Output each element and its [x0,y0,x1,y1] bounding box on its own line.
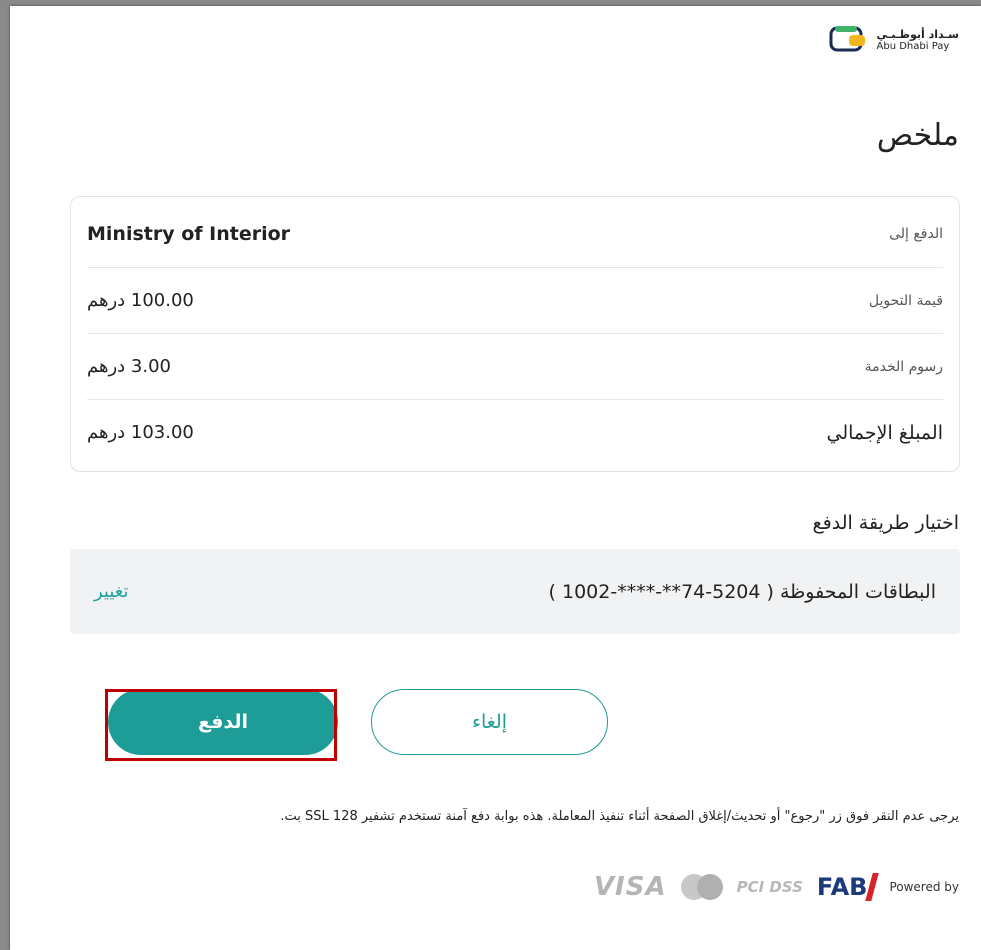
fab-logo: FAB [816,873,880,901]
visa-logo: VISA [593,872,667,902]
total-label: المبلغ الإجمالي [826,421,944,444]
summary-row-total: 103.00 درهم المبلغ الإجمالي [87,399,943,465]
powered-by-text: Powered by [889,880,959,894]
fab-logo-text: FAB [816,873,868,901]
payee-value: Ministry of Interior [87,223,291,245]
fee-value: 3.00 درهم [87,356,171,377]
footer-logos: VISA PCI DSS FAB Powered by [594,872,959,902]
summary-row-fee: 3.00 درهم رسوم الخدمة [87,333,943,399]
brand-name-ar: سـداد أبوظـبـي [876,27,959,41]
page-title: ملخص [876,118,959,153]
payment-window: سـداد أبوظـبـي Abu Dhabi Pay ملخص Minist… [10,6,981,950]
saved-card-label: البطاقات المحفوظة ( 5204-74**-****-1002 … [548,580,936,603]
total-value: 103.00 درهم [87,422,194,443]
brand-name-en: Abu Dhabi Pay [876,40,950,52]
saved-card-option[interactable]: تغيير البطاقات المحفوظة ( 5204-74**-****… [70,549,960,634]
cancel-button[interactable]: إلغاء [371,689,608,755]
change-payment-link[interactable]: تغيير [94,581,129,602]
amount-label: قيمة التحويل [868,292,943,309]
abu-dhabi-pay-logo: سـداد أبوظـبـي Abu Dhabi Pay [829,24,959,56]
wallet-icon [829,26,865,52]
payment-method-title: اختيار طريقة الدفع [812,512,959,534]
summary-card: Ministry of Interior الدفع إلى 100.00 در… [70,196,960,472]
fee-label: رسوم الخدمة [864,358,943,375]
mastercard-logo [680,874,723,900]
pci-dss-logo: PCI DSS [736,878,803,896]
summary-row-payee: Ministry of Interior الدفع إلى [87,201,943,267]
payee-label: الدفع إلى [889,226,943,242]
summary-row-amount: 100.00 درهم قيمة التحويل [87,267,943,333]
pay-button-highlight [105,689,337,761]
fab-logo-mark [865,873,880,901]
amount-value: 100.00 درهم [87,290,194,311]
security-note: يرجى عدم النقر فوق زر "رجوع" أو تحديث/إغ… [280,809,959,824]
